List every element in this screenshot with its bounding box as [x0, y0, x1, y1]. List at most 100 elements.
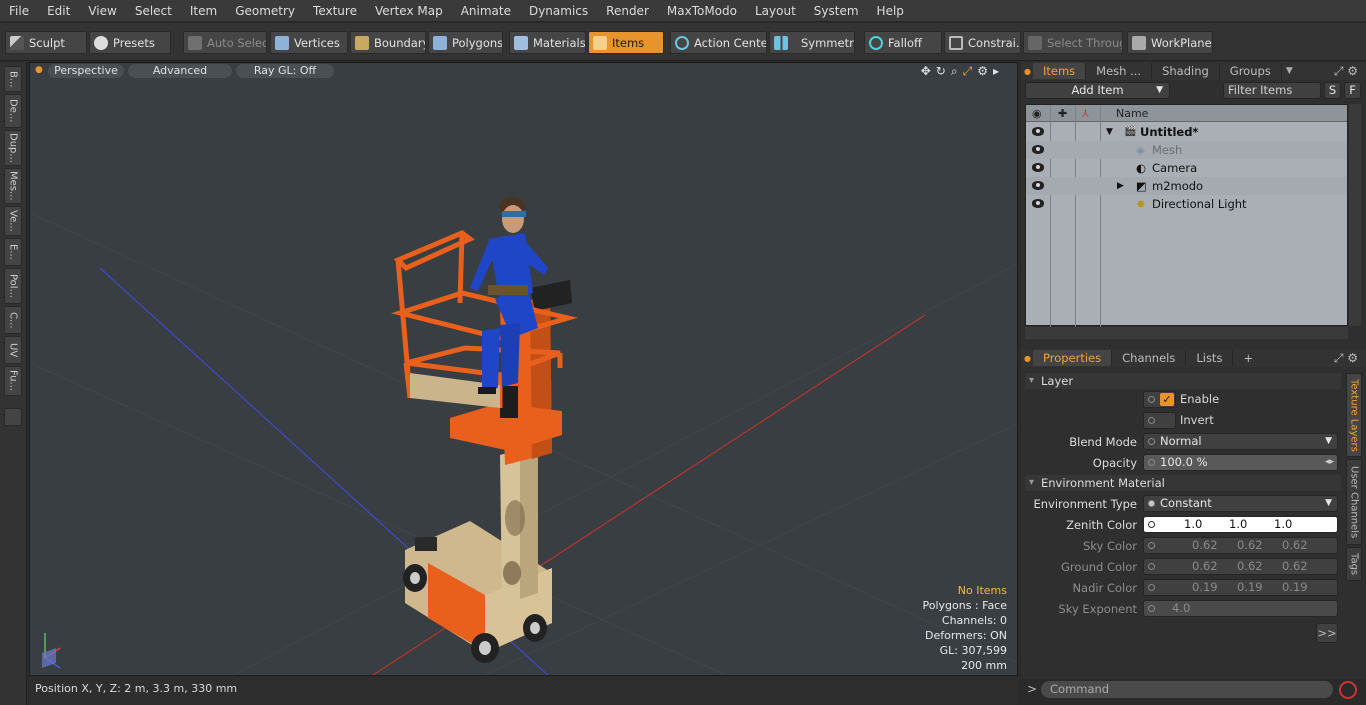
tab-curve[interactable]: C...	[4, 306, 22, 334]
eye-icon[interactable]	[1032, 199, 1044, 208]
tab-tags[interactable]: Tags	[1346, 547, 1362, 581]
zenith-color-field[interactable]: 1.0 1.0 1.0	[1143, 516, 1338, 533]
opacity-slider[interactable]: 100.0 % ◂▸	[1143, 454, 1338, 471]
collapse-arrow-icon[interactable]: ▼	[1106, 123, 1113, 141]
tab-basic[interactable]: B...	[4, 66, 22, 92]
tab-mesh-edit[interactable]: Mes...	[4, 168, 22, 204]
falloff-button[interactable]: Falloff	[864, 31, 942, 54]
tab-lists[interactable]: Lists	[1186, 350, 1234, 366]
panel-gear-icon[interactable]: ⤢ ⚙	[1334, 64, 1358, 79]
eye-icon[interactable]	[1032, 127, 1044, 136]
filter-items-input[interactable]: Filter Items	[1223, 82, 1321, 99]
move-icon[interactable]: ✥	[921, 64, 931, 79]
materials-button[interactable]: Materials	[509, 31, 586, 54]
boundary-button[interactable]: Boundary	[350, 31, 426, 54]
eye-icon[interactable]	[1032, 181, 1044, 190]
s-button[interactable]: S	[1324, 82, 1341, 99]
sculpt-button[interactable]: Sculpt	[5, 31, 87, 54]
symmetry-button[interactable]: Symmetry	[769, 31, 855, 54]
menu-select[interactable]: Select	[126, 0, 181, 22]
item-list-hscrollbar[interactable]	[1025, 327, 1348, 339]
f-button[interactable]: F	[1344, 82, 1361, 99]
tab-properties[interactable]: Properties	[1033, 350, 1113, 366]
tab-edge[interactable]: E...	[4, 238, 22, 266]
blend-mode-select[interactable]: Normal ▼	[1143, 433, 1338, 450]
menu-geometry[interactable]: Geometry	[226, 0, 304, 22]
vertices-button[interactable]: Vertices1	[270, 31, 348, 54]
tab-texture-layers[interactable]: Texture Layers	[1346, 373, 1362, 457]
gear-icon[interactable]: ⚙	[977, 64, 988, 79]
menu-texture[interactable]: Texture	[304, 0, 366, 22]
expand-arrow-icon[interactable]: ▸	[993, 64, 999, 79]
menu-item[interactable]: Item	[181, 0, 226, 22]
sky-exponent-slider[interactable]: 4.0	[1143, 600, 1338, 617]
panel-menu-dot[interactable]: ●	[1021, 354, 1033, 363]
polygons-button[interactable]: Polygons	[428, 31, 503, 54]
nadir-color-field[interactable]: 0.19 0.19 0.19	[1143, 579, 1338, 596]
panel-gear-icon[interactable]: ⤢ ⚙	[1334, 351, 1358, 366]
tabs-dropdown-icon[interactable]: ▼	[1286, 66, 1293, 76]
item-row-m2modo[interactable]: ▶ ◩ m2modo	[1026, 177, 1347, 195]
tab-deform[interactable]: De...	[4, 94, 22, 128]
action-center-button[interactable]: Action Center	[670, 31, 767, 54]
menu-render[interactable]: Render	[597, 0, 658, 22]
menu-animate[interactable]: Animate	[452, 0, 520, 22]
presets-button[interactable]: Presets	[89, 31, 171, 54]
workplane-button[interactable]: WorkPlane	[1127, 31, 1213, 54]
add-item-dropdown[interactable]: Add Item ▼	[1025, 82, 1170, 99]
enable-checkbox[interactable]: ✓	[1143, 391, 1176, 408]
command-input[interactable]: Command	[1041, 681, 1333, 698]
tab-user-channels[interactable]: User Channels	[1346, 459, 1362, 545]
slider-handle-icon[interactable]: ◂▸	[1325, 455, 1334, 470]
zoom-icon[interactable]: ⌕	[951, 64, 958, 79]
menu-help[interactable]: Help	[868, 0, 913, 22]
tab-duplicate[interactable]: Dup...	[4, 130, 22, 166]
tab-uv[interactable]: UV	[4, 336, 22, 364]
ground-color-field[interactable]: 0.62 0.62 0.62	[1143, 558, 1338, 575]
menu-edit[interactable]: Edit	[38, 0, 79, 22]
name-column-header[interactable]: Name	[1116, 105, 1148, 122]
fit-icon[interactable]: ⤢	[963, 64, 973, 79]
eye-icon[interactable]	[1032, 163, 1044, 172]
menu-dynamics[interactable]: Dynamics	[520, 0, 597, 22]
add-tab-button[interactable]: +	[1233, 350, 1263, 366]
item-row-mesh[interactable]: ◈ Mesh	[1026, 141, 1347, 159]
tab-extra[interactable]	[4, 408, 22, 426]
ray-gl-button[interactable]: Ray GL: Off	[236, 64, 334, 78]
record-icon[interactable]	[1339, 681, 1357, 699]
tab-mesh[interactable]: Mesh ...	[1086, 63, 1153, 79]
item-row-light[interactable]: ✸ Directional Light	[1026, 195, 1347, 213]
item-list-scrollbar[interactable]	[1349, 104, 1361, 326]
sky-color-field[interactable]: 0.62 0.62 0.62	[1143, 537, 1338, 554]
viewport-menu-dot[interactable]: ●	[35, 65, 43, 75]
constraints-button[interactable]: Constrai...	[944, 31, 1021, 54]
menu-maxtomodo[interactable]: MaxToModo	[658, 0, 746, 22]
environment-type-select[interactable]: Constant ▼	[1143, 495, 1338, 512]
tab-fusion[interactable]: Fu...	[4, 366, 22, 396]
tab-groups[interactable]: Groups	[1220, 63, 1282, 79]
menu-view[interactable]: View	[79, 0, 125, 22]
rotate-icon[interactable]: ↻	[936, 64, 946, 79]
invert-checkbox[interactable]	[1143, 412, 1176, 429]
item-row-scene[interactable]: ▼ 🎬 Untitled*	[1026, 123, 1347, 141]
tab-vertex[interactable]: Ve...	[4, 206, 22, 236]
panel-menu-dot[interactable]: ●	[1021, 67, 1033, 76]
auto-select-button[interactable]: Auto Select	[183, 31, 267, 54]
view-perspective-button[interactable]: Perspective	[48, 64, 124, 78]
menu-vertex-map[interactable]: Vertex Map	[366, 0, 452, 22]
menu-file[interactable]: File	[0, 0, 38, 22]
expand-arrow-icon[interactable]: ▶	[1117, 177, 1124, 195]
item-row-camera[interactable]: ◐ Camera	[1026, 159, 1347, 177]
expand-more-button[interactable]: >>	[1316, 623, 1338, 643]
items-button[interactable]: Items	[588, 31, 664, 54]
3d-viewport[interactable]: ● Perspective Advanced Ray GL: Off ✥ ↻ ⌕…	[29, 62, 1018, 676]
tab-shading[interactable]: Shading	[1152, 63, 1220, 79]
tab-channels[interactable]: Channels	[1112, 350, 1187, 366]
view-advanced-button[interactable]: Advanced	[128, 64, 232, 78]
environment-material-section[interactable]: Environment Material	[1025, 475, 1341, 491]
select-through-button[interactable]: Select Through	[1023, 31, 1123, 54]
eye-icon[interactable]	[1032, 145, 1044, 154]
menu-layout[interactable]: Layout	[746, 0, 805, 22]
layer-section[interactable]: Layer	[1025, 373, 1341, 389]
menu-system[interactable]: System	[805, 0, 868, 22]
